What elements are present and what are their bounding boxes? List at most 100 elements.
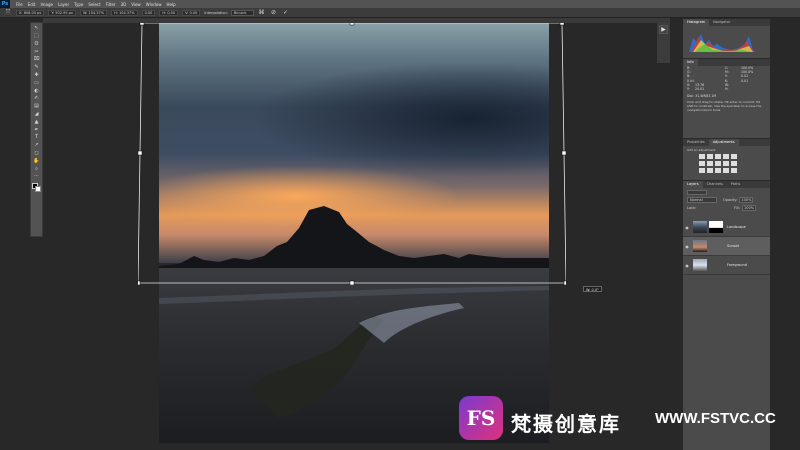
healing-tool-icon[interactable]: ✚ (32, 72, 41, 79)
gradient-map-icon[interactable] (723, 168, 729, 173)
transform-tool-icon: ⤧ (5, 8, 11, 16)
threshold-icon[interactable] (715, 168, 721, 173)
canvas-area[interactable]: W: 0.0° (43, 23, 670, 450)
background-color[interactable] (35, 185, 41, 192)
transform-handle[interactable] (138, 280, 141, 285)
brush-tool-icon[interactable]: ▭ (32, 80, 41, 87)
hue-saturation-icon[interactable] (699, 161, 705, 166)
opacity-label: Opacity: (723, 198, 738, 202)
info-h: H: (725, 86, 729, 91)
visibility-eye-icon[interactable]: ◉ (684, 225, 690, 230)
photo-filter-icon[interactable] (723, 161, 729, 166)
angle-field[interactable]: 0.00 (141, 9, 156, 16)
tab-adjustments[interactable]: Adjustments (708, 139, 739, 146)
transform-tooltip: W: 0.0° (583, 286, 602, 292)
tab-paths[interactable]: Paths (727, 181, 745, 188)
zoom-tool-icon[interactable]: ⌕ (32, 165, 41, 172)
watermark: FS 梵摄创意库 WWW.FSTVC.CC (455, 390, 800, 450)
info-y-coord: Y: (687, 86, 690, 91)
type-tool-icon[interactable]: T (32, 134, 41, 141)
menu-select[interactable]: Select (88, 2, 100, 7)
pen-tool-icon[interactable]: ✒ (32, 126, 41, 133)
layer-mask-thumbnail[interactable] (709, 221, 723, 233)
interpolation-label: Interpolation: (204, 10, 228, 15)
y-field[interactable]: Y: 502.95 px (48, 9, 76, 16)
commit-transform-icon[interactable]: ✓ (282, 9, 290, 16)
options-bar: ⤧ X: 608.00 px Y: 502.95 px W: 104.37% H… (0, 8, 800, 18)
x-field[interactable]: X: 608.00 px (16, 9, 45, 16)
levels-icon[interactable] (707, 154, 713, 159)
cancel-transform-icon[interactable]: ⊘ (270, 9, 278, 16)
tab-layers[interactable]: Layers (683, 181, 703, 188)
eraser-tool-icon[interactable]: ▤ (32, 103, 41, 110)
crop-tool-icon[interactable]: ⌧ (32, 56, 41, 63)
move-tool-icon[interactable]: ↖ (32, 25, 41, 32)
document-image[interactable] (159, 23, 549, 443)
blur-tool-icon[interactable]: ▲ (32, 119, 41, 126)
opacity-field[interactable]: 100% (739, 197, 754, 203)
transform-handle[interactable] (563, 280, 566, 285)
tab-info[interactable]: Info (683, 59, 698, 66)
menu-3d[interactable]: 3D (121, 2, 127, 7)
color-swatches[interactable] (32, 182, 41, 192)
more-tools-icon[interactable]: ⋯ (32, 173, 41, 180)
tab-navigator[interactable]: Navigator (709, 19, 734, 26)
menu-window[interactable]: Window (146, 2, 162, 7)
history-brush-tool-icon[interactable]: ✍ (32, 95, 41, 102)
menu-layer[interactable]: Layer (58, 2, 69, 7)
menu-view[interactable]: View (131, 2, 141, 7)
invert-icon[interactable] (699, 168, 705, 173)
tab-properties[interactable]: Properties (683, 139, 709, 146)
layer-row-foreground[interactable]: ◉ Foreground (683, 256, 770, 275)
channel-mixer-icon[interactable] (731, 161, 737, 166)
height-field[interactable]: H: 104.37% (111, 9, 138, 16)
blend-row: Normal Opacity: 100% (683, 196, 770, 204)
interpolation-select[interactable]: Bicubic (230, 9, 254, 16)
layer-row-sunset[interactable]: ◉ Sunset (683, 237, 770, 256)
visibility-eye-icon[interactable]: ◉ (684, 244, 690, 249)
curves-icon[interactable] (715, 154, 721, 159)
layer-row-landscape[interactable]: ◉ Landscape (683, 218, 770, 237)
menu-bar: Ps File Edit Image Layer Type Select Fil… (0, 0, 800, 8)
adjustments-panel: Properties Adjustments Add an adjustment (683, 138, 770, 180)
transform-handle[interactable] (138, 150, 143, 156)
path-select-tool-icon[interactable]: ↗ (32, 142, 41, 149)
menu-edit[interactable]: Edit (28, 2, 36, 7)
menu-image[interactable]: Image (40, 2, 53, 7)
exposure-icon[interactable] (723, 154, 729, 159)
hskew-field[interactable]: H: 0.00 (159, 9, 179, 16)
visibility-eye-icon[interactable]: ◉ (684, 263, 690, 268)
color-balance-icon[interactable] (707, 161, 713, 166)
lasso-tool-icon[interactable]: ʘ (32, 41, 41, 48)
black-white-icon[interactable] (715, 161, 721, 166)
menu-filter[interactable]: Filter (106, 2, 116, 7)
vskew-field[interactable]: V: 0.00 (182, 9, 201, 16)
shape-tool-icon[interactable]: ◻ (32, 150, 41, 157)
quick-select-tool-icon[interactable]: ✂ (32, 48, 41, 55)
vibrance-icon[interactable] (731, 154, 737, 159)
menu-help[interactable]: Help (166, 2, 175, 7)
warp-icon[interactable]: ⌘ (258, 9, 266, 16)
gradient-tool-icon[interactable]: ◢ (32, 111, 41, 118)
histogram-graph (683, 26, 770, 56)
marquee-tool-icon[interactable]: ⬚ (32, 33, 41, 40)
transform-handle[interactable] (561, 150, 566, 156)
menu-file[interactable]: File (16, 2, 23, 7)
clone-stamp-tool-icon[interactable]: ◐ (32, 87, 41, 94)
tab-histogram[interactable]: Histogram (683, 19, 710, 26)
menu-type[interactable]: Type (74, 2, 83, 7)
tab-channels[interactable]: Channels (703, 181, 727, 188)
transform-handle[interactable] (139, 23, 145, 26)
width-field[interactable]: W: 104.37% (79, 9, 108, 16)
eyedropper-tool-icon[interactable]: ✎ (32, 64, 41, 71)
play-icon[interactable]: ▶ (659, 25, 668, 34)
hand-tool-icon[interactable]: ✋ (32, 158, 41, 165)
blend-mode-select[interactable]: Normal (687, 197, 717, 203)
transform-handle[interactable] (559, 23, 565, 26)
posterize-icon[interactable] (707, 168, 713, 173)
brightness-icon[interactable] (699, 154, 705, 159)
fill-label: Fill: (734, 206, 741, 210)
fill-field[interactable]: 100% (742, 205, 757, 211)
selective-color-icon[interactable] (731, 168, 737, 173)
layer-kind-filter[interactable] (687, 189, 707, 195)
